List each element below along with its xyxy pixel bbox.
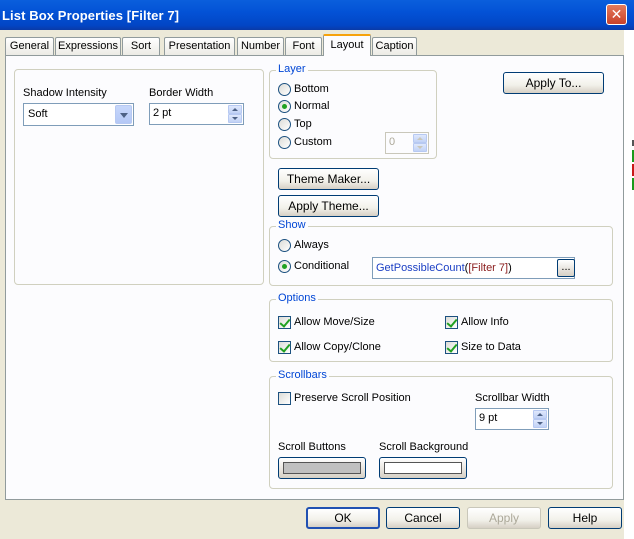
scrollbar-width-stepper[interactable]: 9 pt	[475, 408, 549, 430]
spin-up-icon[interactable]	[533, 410, 547, 419]
title-bar[interactable]: List Box Properties [Filter 7]	[0, 0, 634, 30]
layer-group: Layer Bottom Normal Top Custom 0	[269, 63, 437, 159]
appearance-group: Shadow Intensity Soft Border Width 2 pt	[14, 69, 264, 285]
layer-top-radio[interactable]	[278, 118, 291, 131]
scrollbars-group: Scrollbars Preserve Scroll Position Scro…	[269, 369, 613, 489]
show-always-label: Always	[294, 239, 329, 251]
tab-expressions[interactable]: Expressions	[55, 37, 121, 55]
layer-bottom-label: Bottom	[294, 83, 329, 95]
border-width-label: Border Width	[149, 87, 214, 99]
scrollbar-width-value: 9 pt	[479, 412, 498, 424]
tab-presentation[interactable]: Presentation	[164, 37, 235, 55]
layer-normal-radio[interactable]	[278, 100, 291, 113]
allow-info-label: Allow Info	[461, 316, 509, 328]
list-box-properties-dialog: List Box Properties [Filter 7] ✕ General…	[0, 0, 634, 539]
condition-expression-field[interactable]: GetPossibleCount([Filter 7])	[372, 257, 575, 279]
border-width-value: 2 pt	[153, 107, 172, 119]
help-button[interactable]: Help	[548, 507, 622, 529]
preserve-scroll-position-label: Preserve Scroll Position	[294, 392, 411, 404]
show-legend: Show	[276, 219, 308, 231]
scroll-background-label: Scroll Background	[379, 441, 469, 453]
close-icon[interactable]: ✕	[606, 4, 627, 25]
allow-copy-clone-checkbox[interactable]	[278, 341, 291, 354]
chevron-down-icon[interactable]	[115, 105, 132, 124]
allow-move-size-label: Allow Move/Size	[294, 316, 375, 328]
show-group: Show Always Conditional GetPossibleCount…	[269, 219, 613, 286]
layer-normal-label: Normal	[294, 100, 330, 112]
show-conditional-label: Conditional	[294, 260, 350, 272]
tab-font[interactable]: Font	[285, 37, 322, 55]
tab-sort[interactable]: Sort	[122, 37, 160, 55]
layer-custom-stepper[interactable]: 0	[385, 132, 429, 154]
show-conditional-radio[interactable]	[278, 260, 291, 273]
scrollbar-width-label: Scrollbar Width	[475, 392, 550, 404]
scrollbars-legend: Scrollbars	[276, 369, 329, 381]
preserve-scroll-position-checkbox[interactable]	[278, 392, 291, 405]
scroll-buttons-label: Scroll Buttons	[278, 441, 346, 453]
background-window-strip	[624, 30, 634, 539]
allow-info-checkbox[interactable]	[445, 316, 458, 329]
allow-move-size-checkbox[interactable]	[278, 316, 291, 329]
layer-bottom-radio[interactable]	[278, 83, 291, 96]
spin-down-icon[interactable]	[413, 143, 427, 152]
layer-legend: Layer	[276, 63, 308, 75]
expression-field: [Filter 7]	[468, 262, 509, 274]
scroll-buttons-color-button[interactable]	[278, 457, 366, 479]
apply-button[interactable]: Apply	[467, 507, 541, 529]
spin-down-icon[interactable]	[228, 114, 242, 123]
theme-maker-button[interactable]: Theme Maker...	[278, 168, 379, 190]
cancel-button[interactable]: Cancel	[386, 507, 460, 529]
layer-custom-value: 0	[389, 136, 396, 148]
scroll-buttons-swatch	[283, 462, 361, 474]
tab-caption[interactable]: Caption	[372, 37, 417, 55]
spin-up-icon[interactable]	[228, 105, 242, 114]
window-title: List Box Properties [Filter 7]	[2, 7, 180, 23]
shadow-intensity-value: Soft	[28, 108, 48, 120]
tab-general[interactable]: General	[5, 37, 54, 55]
tab-number[interactable]: Number	[237, 37, 284, 55]
layer-top-label: Top	[294, 118, 312, 130]
shadow-intensity-select[interactable]: Soft	[23, 103, 134, 126]
scroll-background-swatch	[384, 462, 462, 474]
size-to-data-label: Size to Data	[461, 341, 521, 353]
layer-custom-radio[interactable]	[278, 136, 291, 149]
scroll-background-color-button[interactable]	[379, 457, 467, 479]
size-to-data-checkbox[interactable]	[445, 341, 458, 354]
options-group: Options Allow Move/Size Allow Info Allow…	[269, 292, 613, 362]
show-always-radio[interactable]	[278, 239, 291, 252]
layout-tab-panel: Shadow Intensity Soft Border Width 2 pt …	[5, 55, 624, 500]
layer-custom-label: Custom	[294, 136, 332, 148]
expression-function: GetPossibleCount	[376, 262, 465, 274]
allow-copy-clone-label: Allow Copy/Clone	[294, 341, 381, 353]
expression-close-paren: )	[508, 262, 512, 274]
spin-down-icon[interactable]	[533, 419, 547, 428]
apply-theme-button[interactable]: Apply Theme...	[278, 195, 379, 217]
spin-up-icon[interactable]	[413, 134, 427, 143]
ok-button[interactable]: OK	[306, 507, 380, 529]
tab-layout[interactable]: Layout	[323, 34, 371, 56]
border-width-stepper[interactable]: 2 pt	[149, 103, 244, 125]
options-legend: Options	[276, 292, 318, 304]
shadow-intensity-label: Shadow Intensity	[23, 87, 107, 99]
expression-edit-button[interactable]: ...	[557, 259, 575, 277]
apply-to-button[interactable]: Apply To...	[503, 72, 604, 94]
